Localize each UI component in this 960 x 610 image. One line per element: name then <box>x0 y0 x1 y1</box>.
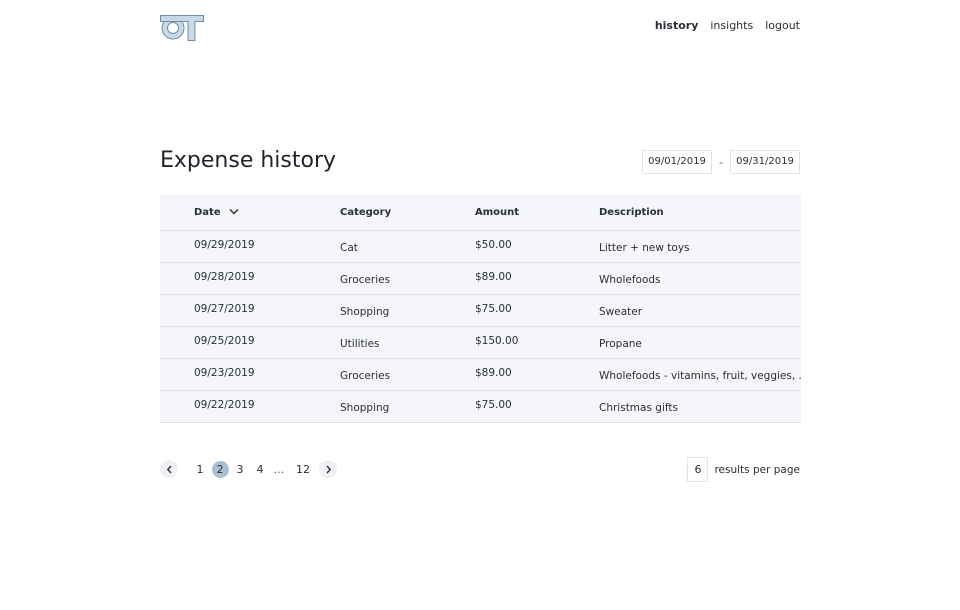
page-3[interactable]: 3 <box>232 461 249 478</box>
column-header-description[interactable]: Description <box>599 207 801 218</box>
chevron-left-icon <box>166 465 172 473</box>
pagination: 1 2 3 4 ... 12 <box>160 460 337 478</box>
prev-page-button[interactable] <box>160 460 178 478</box>
cell-category: Shopping <box>340 306 390 318</box>
page-1[interactable]: 1 <box>192 461 209 478</box>
cell-date: 09/22/2019 <box>194 399 255 411</box>
page-ellipsis: ... <box>273 462 285 476</box>
column-header-date[interactable]: Date <box>160 207 340 218</box>
cell-date: 09/29/2019 <box>194 239 255 251</box>
cell-description: Christmas gifts <box>599 402 678 414</box>
cell-amount: $150.00 <box>475 335 519 347</box>
cell-description: Wholefoods <box>599 274 661 286</box>
cell-description: Propane <box>599 338 642 350</box>
table-row[interactable]: 09/22/2019 Shopping $75.00 Christmas gif… <box>160 391 801 423</box>
nav-logout[interactable]: logout <box>765 19 800 32</box>
table-row[interactable]: 09/29/2019 Cat $50.00 Litter + new toys <box>160 231 801 263</box>
top-nav: history insights logout <box>655 19 800 32</box>
ot-logo[interactable] <box>160 15 204 41</box>
chevron-right-icon <box>325 465 331 473</box>
cell-amount: $89.00 <box>475 271 512 283</box>
results-per-page: 6 results per page <box>687 457 800 482</box>
table-header: Date Category Amount Description <box>160 194 801 231</box>
date-from-input[interactable]: 09/01/2019 <box>642 150 712 174</box>
page-2-current[interactable]: 2 <box>211 460 229 478</box>
page-12[interactable]: 12 <box>292 461 314 478</box>
column-header-category[interactable]: Category <box>340 207 475 218</box>
cell-date: 09/28/2019 <box>194 271 255 283</box>
cell-description: Wholefoods - vitamins, fruit, veggies, .… <box>599 370 801 382</box>
cell-amount: $75.00 <box>475 399 512 411</box>
table-row[interactable]: 09/23/2019 Groceries $89.00 Wholefoods -… <box>160 359 801 391</box>
cell-description: Litter + new toys <box>599 242 690 254</box>
cell-category: Groceries <box>340 370 391 382</box>
cell-description: Sweater <box>599 306 643 318</box>
cell-category: Cat <box>340 242 358 254</box>
date-to-input[interactable]: 09/31/2019 <box>730 150 800 174</box>
chevron-down-icon[interactable] <box>229 208 239 215</box>
expense-table: Date Category Amount Description 09/29/2… <box>160 194 801 423</box>
table-row[interactable]: 09/25/2019 Utilities $150.00 Propane <box>160 327 801 359</box>
table-row[interactable]: 09/28/2019 Groceries $89.00 Wholefoods <box>160 263 801 295</box>
page-4[interactable]: 4 <box>252 461 269 478</box>
cell-category: Utilities <box>340 338 380 350</box>
page: history insights logout Expense history … <box>0 0 960 610</box>
page-title: Expense history <box>160 148 337 173</box>
per-page-input[interactable]: 6 <box>687 457 709 482</box>
date-separator: - <box>719 155 723 169</box>
table-row[interactable]: 09/27/2019 Shopping $75.00 Sweater <box>160 295 801 327</box>
cell-amount: $50.00 <box>475 239 512 251</box>
nav-history[interactable]: history <box>655 19 699 32</box>
next-page-button[interactable] <box>319 460 337 478</box>
column-header-amount[interactable]: Amount <box>475 207 599 218</box>
cell-amount: $75.00 <box>475 303 512 315</box>
cell-category: Groceries <box>340 274 391 286</box>
cell-amount: $89.00 <box>475 367 512 379</box>
cell-date: 09/25/2019 <box>194 335 255 347</box>
date-range: 09/01/2019 - 09/31/2019 <box>642 150 800 174</box>
nav-insights[interactable]: insights <box>710 19 753 32</box>
per-page-label: results per page <box>714 463 800 476</box>
cell-date: 09/23/2019 <box>194 367 255 379</box>
cell-date: 09/27/2019 <box>194 303 255 315</box>
cell-category: Shopping <box>340 402 390 414</box>
